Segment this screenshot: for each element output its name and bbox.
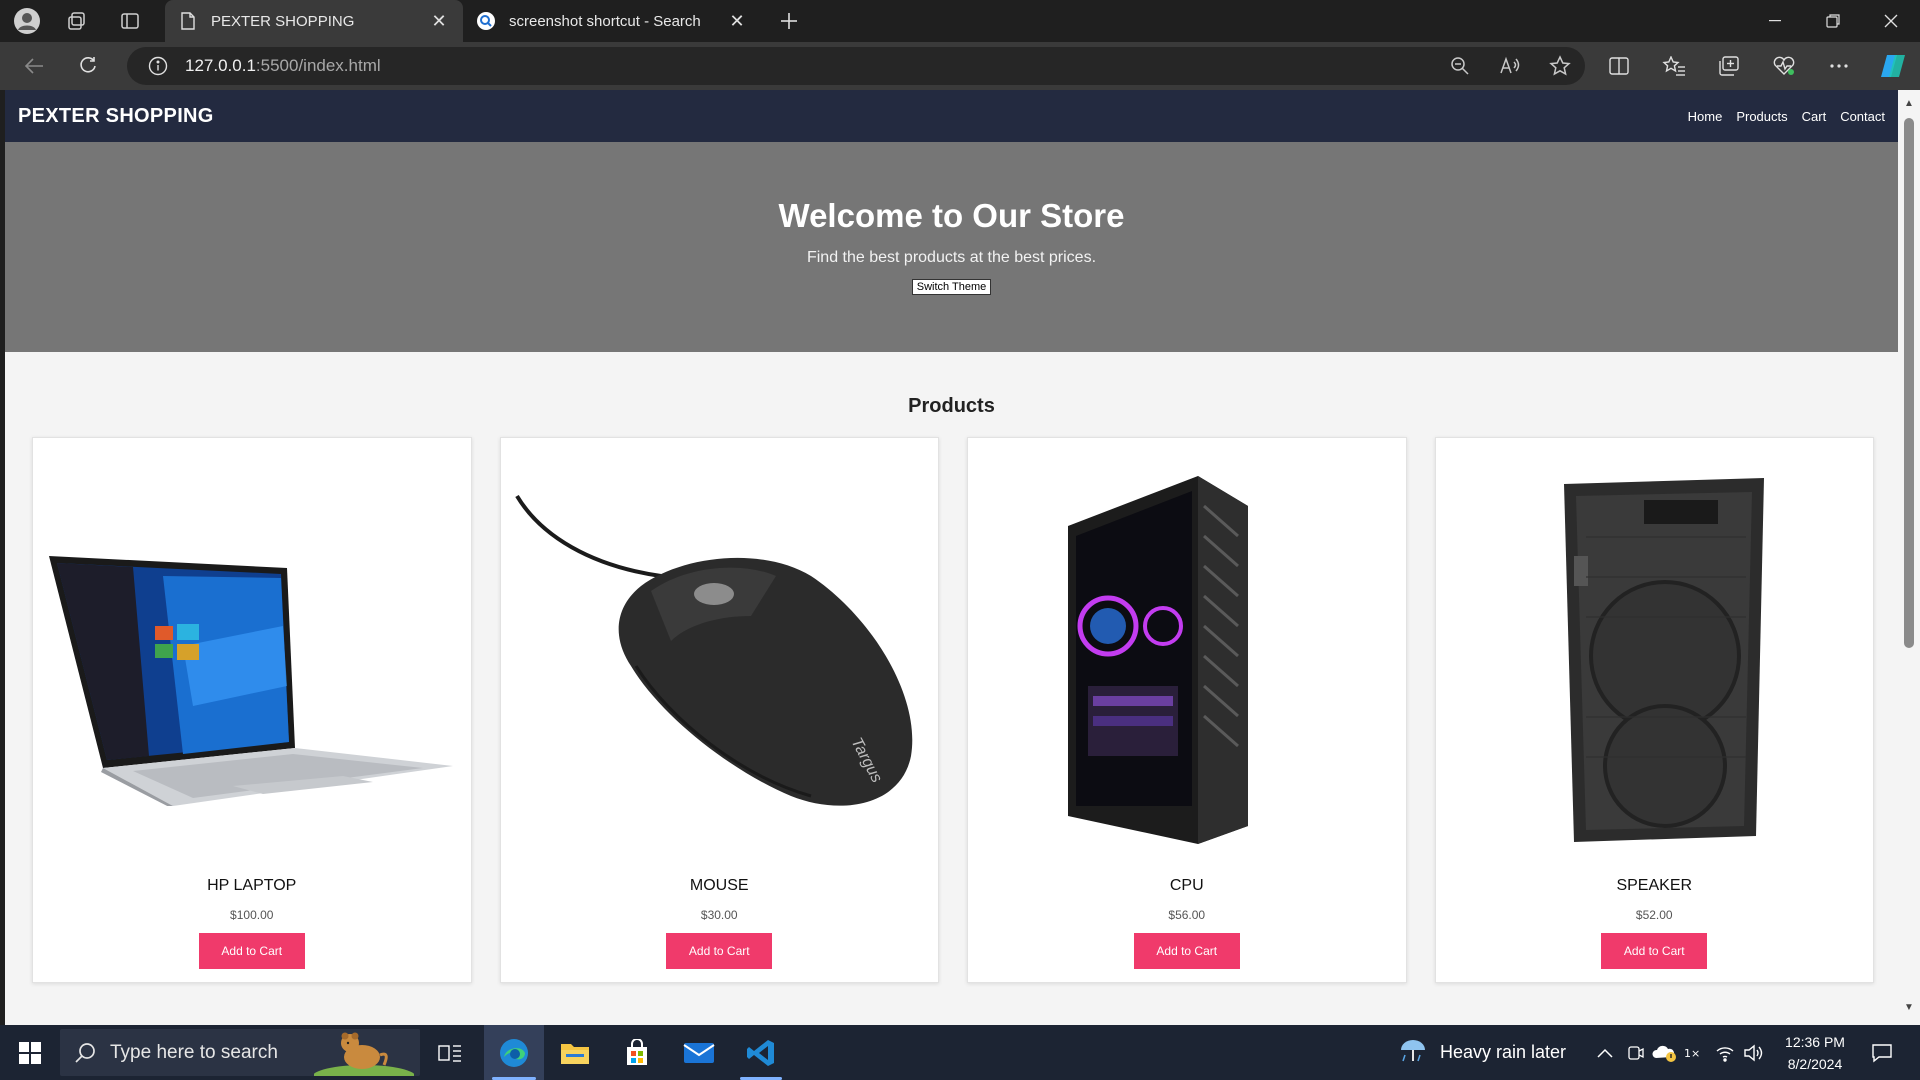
- scroll-thumb[interactable]: [1904, 118, 1914, 648]
- volume-icon[interactable]: [1740, 1025, 1768, 1080]
- taskbar: Type here to search Heavy rain later 1× …: [0, 1025, 1920, 1080]
- input-method-icon[interactable]: 1×: [1680, 1025, 1710, 1080]
- search-placeholder: Type here to search: [110, 1041, 278, 1063]
- product-card-mouse: Targus MOUSE $30.00 Add to Cart: [499, 437, 939, 983]
- favorite-star-icon[interactable]: [1535, 47, 1585, 85]
- product-card-speaker: SPEAKER $52.00 Add to Cart: [1434, 437, 1874, 983]
- meet-now-icon[interactable]: [1622, 1025, 1650, 1080]
- clock-time: 12:36 PM: [1785, 1034, 1845, 1050]
- product-name: CPU: [1169, 877, 1204, 894]
- tab-title: PEXTER SHOPPING: [211, 12, 355, 30]
- search-highlight-icon: [312, 1029, 416, 1076]
- laptop-image: [43, 466, 459, 846]
- nav-cart[interactable]: Cart: [1802, 109, 1827, 124]
- nav-contact[interactable]: Contact: [1840, 109, 1885, 124]
- windows-start-icon[interactable]: [6, 1025, 54, 1080]
- url-path: :5500/index.html: [255, 56, 381, 75]
- browser-tab-strip: PEXTER SHOPPING ✕ screenshot shortcut - …: [0, 0, 1920, 42]
- product-grid: HP LAPTOP $100.00 Add to Cart Targus MOU…: [32, 437, 1874, 983]
- system-clock[interactable]: 12:36 PM 8/2/2024: [1770, 1031, 1860, 1075]
- profile-icon[interactable]: [6, 6, 48, 36]
- hero-subtitle: Find the best products at the best price…: [806, 249, 1097, 266]
- product-price: $100.00: [230, 908, 274, 922]
- add-to-cart-button[interactable]: Add to Cart: [666, 933, 773, 969]
- add-to-cart-button[interactable]: Add to Cart: [1601, 933, 1708, 969]
- product-card-laptop: HP LAPTOP $100.00 Add to Cart: [32, 437, 472, 983]
- product-price: $52.00: [1635, 908, 1673, 922]
- product-name: SPEAKER: [1616, 877, 1693, 894]
- microsoft-store-icon[interactable]: [608, 1025, 666, 1080]
- refresh-icon[interactable]: [70, 50, 106, 82]
- product-name: MOUSE: [689, 877, 749, 894]
- split-screen-icon[interactable]: [1599, 50, 1639, 82]
- weather-text: Heavy rain later: [1440, 1042, 1567, 1062]
- restore-icon[interactable]: [1804, 0, 1862, 42]
- product-price: $56.00: [1168, 908, 1206, 922]
- edge-app-icon[interactable]: [484, 1025, 544, 1080]
- product-card-cpu: CPU $56.00 Add to Cart: [967, 437, 1407, 983]
- copilot-icon[interactable]: [1873, 50, 1913, 82]
- close-icon[interactable]: ✕: [727, 11, 747, 31]
- search-icon: [60, 1042, 110, 1064]
- back-icon[interactable]: [16, 50, 52, 82]
- tab-title: screenshot shortcut - Search: [509, 12, 701, 30]
- vscode-icon[interactable]: [732, 1025, 790, 1080]
- wifi-icon[interactable]: [1712, 1025, 1738, 1080]
- scroll-up-icon[interactable]: ▲: [1902, 98, 1916, 110]
- cpu-case-image: [978, 466, 1394, 846]
- add-to-cart-button[interactable]: Add to Cart: [198, 933, 305, 969]
- hero-title: Welcome to Our Store: [778, 197, 1125, 234]
- svg-text:1×: 1×: [1684, 1047, 1700, 1060]
- workspaces-icon[interactable]: [56, 6, 98, 36]
- close-window-icon[interactable]: [1862, 0, 1920, 42]
- url-field[interactable]: 127.0.0.1:5500/index.html: [127, 47, 1585, 85]
- browser-essentials-icon[interactable]: [1764, 50, 1804, 82]
- search-icon: [477, 12, 495, 30]
- tab-actions-icon[interactable]: [109, 6, 151, 36]
- product-price: $30.00: [700, 908, 738, 922]
- onedrive-warning-icon[interactable]: [1650, 1025, 1680, 1080]
- page-icon: [179, 12, 197, 30]
- clock-date: 8/2/2024: [1787, 1056, 1843, 1072]
- minimize-icon[interactable]: [1746, 0, 1804, 42]
- close-icon[interactable]: ✕: [429, 11, 449, 31]
- page-scrollbar[interactable]: ▲ ▼: [1898, 90, 1920, 1025]
- nav-home[interactable]: Home: [1688, 109, 1723, 124]
- nav-products[interactable]: Products: [1736, 109, 1787, 124]
- site-header: PEXTER SHOPPING Home Products Cart Conta…: [5, 90, 1898, 142]
- switch-theme-button[interactable]: Switch Theme: [911, 279, 992, 295]
- collections-icon[interactable]: [1709, 50, 1749, 82]
- scroll-down-icon[interactable]: ▼: [1902, 1002, 1916, 1014]
- tab-search[interactable]: screenshot shortcut - Search ✕: [463, 0, 761, 42]
- mail-icon[interactable]: [670, 1025, 728, 1080]
- products-heading: Products: [908, 395, 995, 417]
- product-name: HP LAPTOP: [207, 877, 297, 894]
- favorites-icon[interactable]: [1654, 50, 1694, 82]
- page-viewport: PEXTER SHOPPING Home Products Cart Conta…: [5, 90, 1898, 1025]
- notifications-icon[interactable]: [1862, 1025, 1902, 1080]
- tab-pexter-shopping[interactable]: PEXTER SHOPPING ✕: [165, 0, 463, 42]
- speaker-image: [1446, 466, 1862, 846]
- weather-widget[interactable]: Heavy rain later: [1398, 1025, 1588, 1080]
- site-info-icon[interactable]: [147, 55, 169, 77]
- chevron-up-icon[interactable]: [1590, 1025, 1620, 1080]
- rain-umbrella-icon: [1398, 1035, 1428, 1070]
- site-nav: Home Products Cart Contact: [1674, 109, 1885, 124]
- url-host: 127.0.0.1: [185, 56, 256, 75]
- task-view-icon[interactable]: [428, 1025, 472, 1080]
- taskbar-search[interactable]: Type here to search: [60, 1029, 420, 1076]
- add-to-cart-button[interactable]: Add to Cart: [1133, 933, 1240, 969]
- file-explorer-icon[interactable]: [546, 1025, 604, 1080]
- read-aloud-icon[interactable]: [1485, 47, 1535, 85]
- mouse-image: Targus: [511, 466, 927, 846]
- zoom-out-icon[interactable]: [1435, 47, 1485, 85]
- more-menu-icon[interactable]: [1819, 50, 1859, 82]
- new-tab-icon[interactable]: [768, 6, 810, 36]
- brand-logo[interactable]: PEXTER SHOPPING: [18, 105, 214, 128]
- address-toolbar: 127.0.0.1:5500/index.html: [0, 42, 1920, 90]
- hero-section: Welcome to Our Store Find the best produ…: [5, 142, 1898, 352]
